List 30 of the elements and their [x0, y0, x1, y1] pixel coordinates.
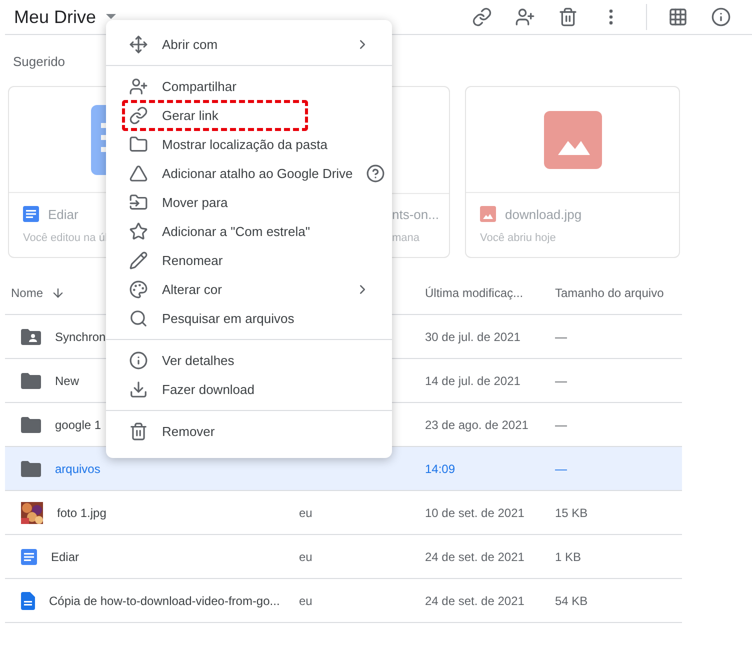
- modified-cell-text: 14:09: [425, 462, 456, 476]
- size-cell-text: —: [555, 462, 568, 476]
- file-name: Ediar: [51, 550, 80, 564]
- card-title: download.jpg: [505, 206, 582, 222]
- file-name: foto 1.jpg: [57, 506, 106, 520]
- size-cell-text: 15 KB: [555, 506, 589, 520]
- card-title: nts-on...: [392, 207, 439, 222]
- file-name: arquivos: [55, 462, 100, 476]
- size-cell-text: —: [555, 418, 568, 432]
- modified-cell-text: 30 de jul. de 2021: [425, 330, 522, 344]
- file-name: google 1: [55, 418, 102, 432]
- size-cell-text: 54 KB: [555, 594, 589, 608]
- owner-cell-text: eu: [299, 550, 314, 564]
- file-name: Synchron: [55, 330, 106, 344]
- modified-cell-text: 14 de jul. de 2021: [425, 374, 522, 388]
- card-subtitle: mana: [392, 232, 421, 244]
- file-name: New: [55, 374, 80, 388]
- owner-cell-text: eu: [299, 594, 314, 608]
- file-name: Cópia de how-to-download-video-from-go...: [49, 594, 280, 608]
- card-subtitle: Você abriu hoje: [480, 232, 557, 244]
- card-title: Ediar: [48, 206, 78, 222]
- modified-cell-text: 23 de ago. de 2021: [425, 418, 530, 432]
- modified-cell-text: 24 de set. de 2021: [425, 550, 526, 564]
- section-title: Sugerido: [13, 54, 66, 69]
- size-cell-text: —: [555, 374, 568, 388]
- modified-cell-text: 10 de set. de 2021: [425, 506, 526, 520]
- owner-cell-text: eu: [299, 506, 314, 520]
- size-cell-text: —: [555, 330, 568, 344]
- size-cell-text: 1 KB: [555, 550, 582, 564]
- modified-cell-text: 24 de set. de 2021: [425, 594, 526, 608]
